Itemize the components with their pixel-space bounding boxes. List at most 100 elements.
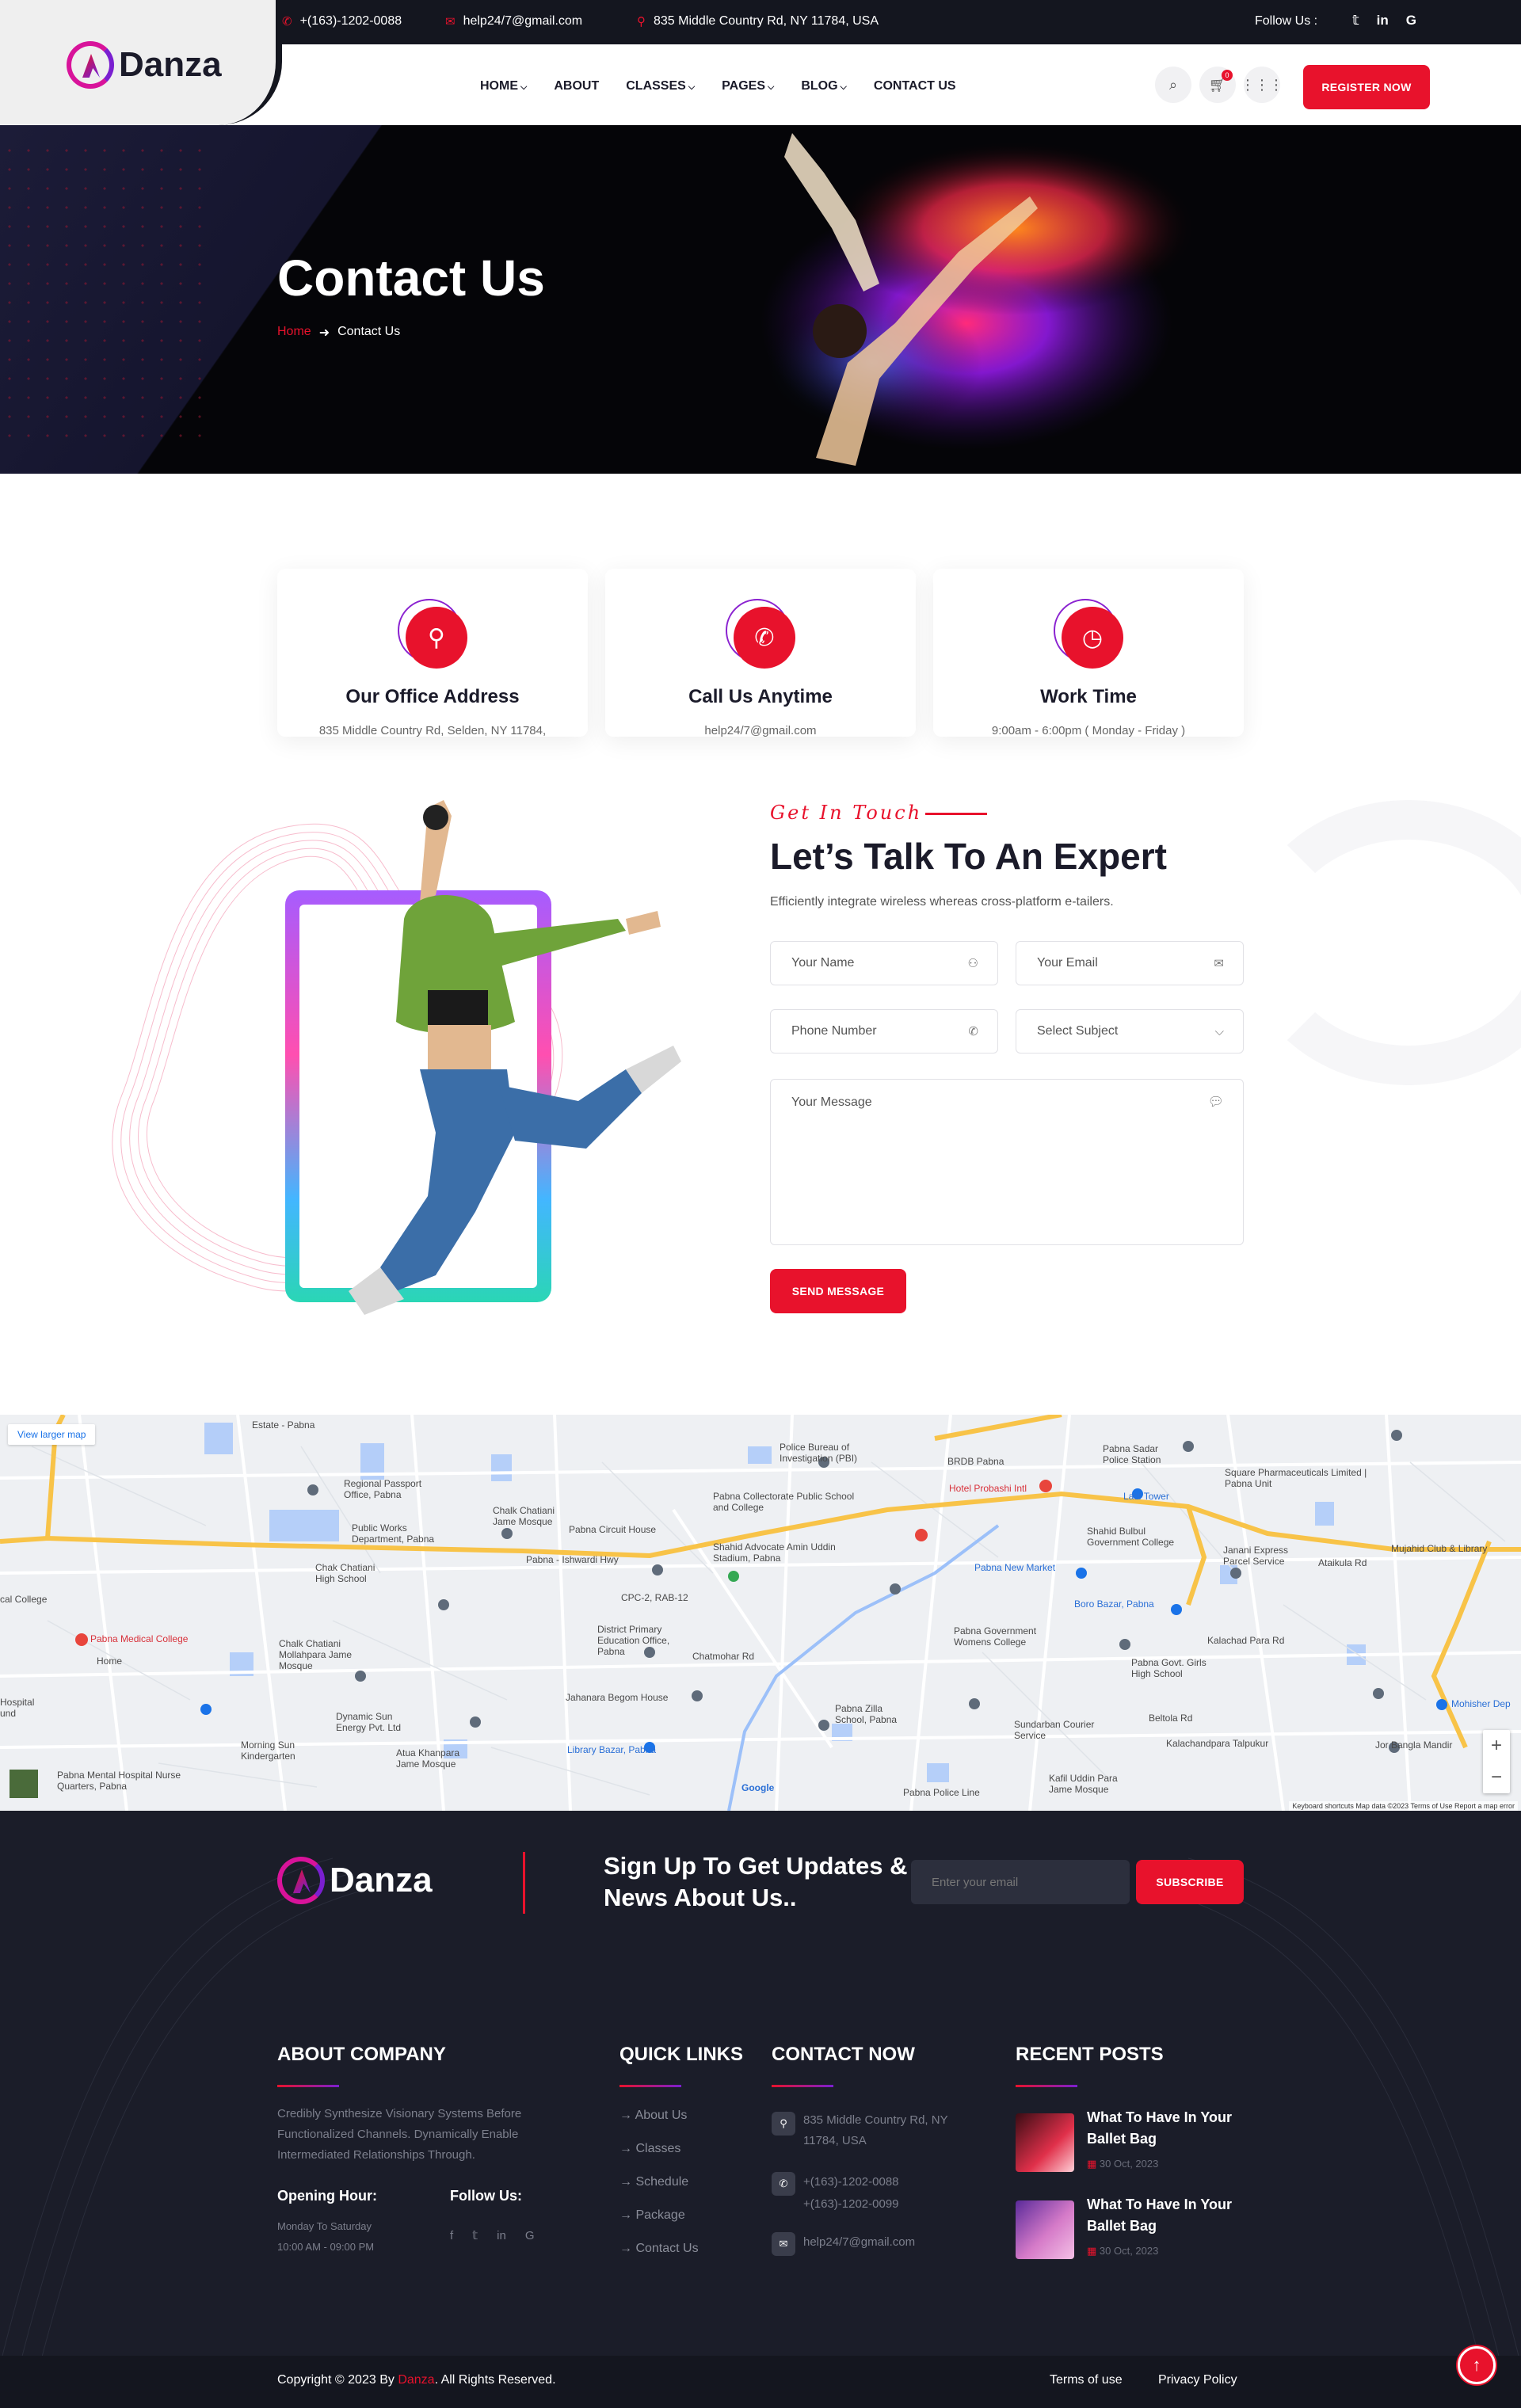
heading-underline	[619, 2085, 681, 2087]
phone-icon: ✆	[968, 1025, 978, 1038]
follow-label: Follow Us :	[1255, 14, 1318, 28]
site-logo[interactable]: Danza	[67, 41, 222, 89]
nav-classes[interactable]: CLASSES ⌵	[626, 79, 695, 93]
nav-blog[interactable]: BLOG ⌵	[801, 79, 847, 93]
linkedin-icon[interactable]: in	[497, 2226, 506, 2246]
footer-phone-2[interactable]: +(163)-1202-0099	[803, 2194, 899, 2215]
topbar-address: ⚲ 835 Middle Country Rd, NY 11784, USA	[637, 14, 879, 29]
post-thumbnail[interactable]	[1016, 2200, 1074, 2259]
logo-text: Danza	[119, 45, 222, 84]
nav-home[interactable]: HOME ⌵	[480, 79, 527, 93]
grid-icon: ⋮⋮⋮	[1241, 76, 1283, 93]
linkedin-icon[interactable]: in	[1377, 13, 1389, 29]
map-label: Chalk Chatiani Mollahpara Jame Mosque	[279, 1638, 353, 1671]
post-date-text: 30 Oct, 2023	[1099, 2245, 1159, 2257]
footer-follow-label: Follow Us:	[450, 2188, 522, 2204]
map-label: Hotel Probashi Intl	[949, 1483, 1027, 1494]
arrow-right-icon: →	[619, 2208, 636, 2222]
cart-button[interactable]: 🛒︎ 0	[1199, 67, 1236, 103]
topbar-social: 𝕥 in G	[1352, 13, 1416, 29]
twitter-icon[interactable]: 𝕥	[1352, 13, 1359, 29]
map-label: Home	[97, 1656, 123, 1667]
scroll-to-top-button[interactable]: ↑	[1458, 2346, 1496, 2384]
footer-phone-1[interactable]: +(163)-1202-0088	[803, 2172, 899, 2193]
quick-link-about[interactable]: → About Us	[619, 2109, 687, 2123]
map-label: Dynamic Sun Energy Pvt. Ltd	[336, 1711, 402, 1733]
menu-grid-button[interactable]: ⋮⋮⋮	[1241, 67, 1283, 103]
map-attribution[interactable]: Keyboard shortcuts Map data ©2023 Terms …	[1289, 1801, 1518, 1811]
footer-divider	[523, 1852, 525, 1914]
info-card-title: Work Time	[1040, 686, 1137, 707]
google-logo: Google	[741, 1782, 775, 1793]
message-textarea[interactable]: Your Message 💬︎	[770, 1079, 1244, 1245]
map-label: Regional Passport Office, Pabna	[344, 1478, 422, 1500]
terms-link[interactable]: Terms of use	[1050, 2373, 1123, 2387]
newsletter-email-input[interactable]: Enter your email	[911, 1860, 1130, 1904]
chevron-down-icon: ⌵	[688, 82, 696, 92]
privacy-link[interactable]: Privacy Policy	[1158, 2373, 1237, 2387]
search-icon: ⌕	[1168, 76, 1178, 93]
heading-underline	[1016, 2085, 1077, 2087]
subscribe-button[interactable]: SUBSCRIBE	[1136, 1860, 1244, 1904]
phone-field[interactable]: Phone Number ✆	[770, 1009, 998, 1054]
about-text: Credibly Synthesize Visionary Systems Be…	[277, 2107, 522, 2162]
footer-email[interactable]: help24/7@gmail.com	[803, 2232, 915, 2253]
user-icon: ⚇	[967, 957, 978, 970]
send-message-button[interactable]: SEND MESSAGE	[770, 1269, 906, 1313]
google-icon[interactable]: G	[1406, 13, 1416, 29]
nav-pages[interactable]: PAGES ⌵	[722, 79, 774, 93]
quick-link-contact[interactable]: → Contact Us	[619, 2242, 699, 2256]
info-card-text: 9:00am - 6:00pm ( Monday - Friday )	[991, 724, 1186, 737]
register-button[interactable]: REGISTER NOW	[1303, 65, 1430, 109]
subject-select[interactable]: Select Subject ⌵	[1016, 1009, 1244, 1054]
mail-icon: ✉	[445, 15, 456, 29]
footer-heading-quick-links: QUICK LINKS	[619, 2044, 743, 2065]
copyright-brand-link[interactable]: Danza	[398, 2373, 434, 2387]
arrow-right-icon: →	[619, 2109, 635, 2122]
map-label: Sundarban Courier Service	[1014, 1719, 1095, 1741]
zoom-in-button[interactable]: +	[1491, 1735, 1502, 1757]
twitter-icon[interactable]: 𝕥	[472, 2226, 478, 2246]
google-icon[interactable]: G	[525, 2226, 535, 2246]
facebook-icon[interactable]: f	[450, 2226, 453, 2246]
quick-link-label: Package	[635, 2208, 685, 2222]
info-card-address: ⚲ Our Office Address 835 Middle Country …	[277, 569, 588, 737]
view-larger-map-link[interactable]: View larger map	[8, 1424, 96, 1445]
breadcrumb-home[interactable]: Home	[277, 325, 311, 341]
post-thumbnail[interactable]	[1016, 2113, 1074, 2172]
footer-logo[interactable]: Danza	[277, 1857, 433, 1904]
map-label: Kalachandpara Talpukur	[1166, 1738, 1269, 1749]
name-field[interactable]: Your Name ⚇	[770, 941, 998, 985]
topbar-email[interactable]: ✉ help24/7@gmail.com	[445, 14, 582, 29]
copyright-prefix: Copyright © 2023 By	[277, 2373, 398, 2387]
search-button[interactable]: ⌕	[1155, 67, 1191, 103]
nav-about[interactable]: ABOUT	[554, 79, 599, 93]
phone-icon: ✆	[772, 2172, 795, 2196]
topbar-phone[interactable]: ✆ +(163)-1202-0088	[282, 14, 402, 29]
arrow-up-icon: ↑	[1472, 2355, 1481, 2375]
nav-contact[interactable]: CONTACT US	[874, 79, 956, 93]
post-date: ▦ 30 Oct, 2023	[1087, 2158, 1158, 2170]
footer-social: f 𝕥 in G	[450, 2226, 535, 2246]
map-label: District Primary Education Office, Pabna	[597, 1624, 670, 1657]
map-label: Square Pharmaceuticals Limited | Pabna U…	[1225, 1467, 1367, 1489]
quick-link-schedule[interactable]: → Schedule	[619, 2175, 688, 2189]
post-title[interactable]: What To Have In Your Ballet Bag	[1087, 2194, 1261, 2237]
map-label: BRDB Pabna	[947, 1456, 1004, 1467]
message-placeholder: Your Message	[791, 1095, 872, 1109]
footer-heading-contact: CONTACT NOW	[772, 2044, 915, 2065]
chevron-down-icon: ⌵	[520, 82, 528, 92]
map-label: Hospital und	[0, 1697, 35, 1719]
quick-link-package[interactable]: → Package	[619, 2208, 685, 2223]
map-label: Library Bazar, Pabna	[567, 1744, 657, 1755]
topbar-address-text: 835 Middle Country Rd, NY 11784, USA	[654, 14, 879, 28]
topbar-phone-text: +(163)-1202-0088	[299, 14, 402, 28]
zoom-out-button[interactable]: −	[1491, 1766, 1502, 1789]
map-label: Mujahid Club & Library	[1391, 1543, 1488, 1554]
map-label: Jahanara Begom House	[566, 1692, 669, 1703]
post-title[interactable]: What To Have In Your Ballet Bag	[1087, 2107, 1261, 2150]
footer-heading-posts: RECENT POSTS	[1016, 2044, 1164, 2065]
quick-link-classes[interactable]: → Classes	[619, 2142, 680, 2156]
embedded-map[interactable]: View larger map Estate - Pabna Police Bu…	[0, 1415, 1521, 1811]
email-field[interactable]: Your Email ✉	[1016, 941, 1244, 985]
